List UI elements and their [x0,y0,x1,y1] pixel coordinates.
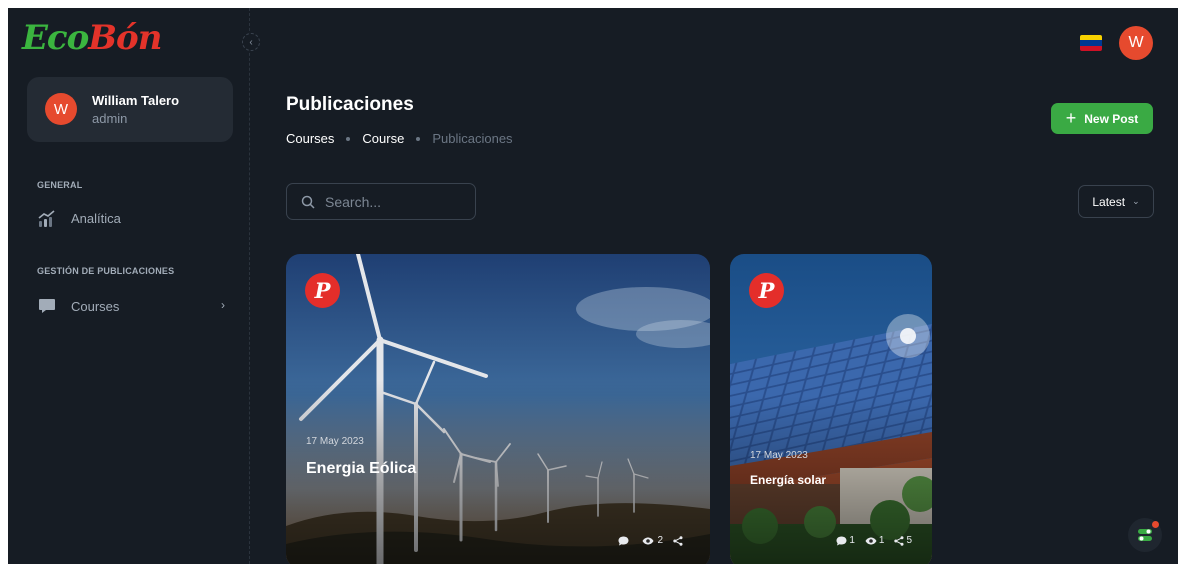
comment-icon [618,536,629,545]
post-date: 17 May 2023 [750,450,808,461]
user-avatar: W [45,93,77,125]
post-card[interactable]: P 17 May 2023 Energía solar 1 1 5 [730,254,932,564]
sidebar: EcoBón W William Talero admin GENERAL An… [8,8,250,564]
views-stat: 1 [865,535,884,546]
chevron-right-icon: › [221,298,225,312]
sidebar-item-label: Courses [71,298,120,314]
sidebar-item-analitica[interactable]: Analítica [27,200,233,236]
breadcrumb-course[interactable]: Course [362,131,404,146]
account-avatar[interactable]: W [1119,26,1153,60]
post-title[interactable]: Energía solar [750,473,826,487]
shares-stat [673,535,686,546]
publisher-badge[interactable]: P [305,273,340,308]
comment-icon [836,536,847,545]
search-icon [301,195,315,209]
sidebar-item-courses[interactable]: Courses › [27,288,233,324]
publisher-badge[interactable]: P [749,273,784,308]
page-title: Publicaciones [286,94,414,115]
ecobon-logo[interactable]: EcoBón [22,18,162,58]
new-post-button[interactable]: + New Post [1051,103,1153,134]
views-stat: 2 [642,535,663,546]
post-stats: 2 [608,535,686,546]
share-icon [673,535,683,546]
search-input[interactable] [325,193,455,210]
collapse-sidebar-button[interactable]: ‹ [242,33,260,51]
chevron-down-icon: ⌄ [1132,196,1140,206]
breadcrumb-separator [416,136,421,141]
shares-stat: 5 [894,535,912,546]
section-title-general: GENERAL [37,180,83,190]
plus-icon: + [1065,108,1077,128]
comments-stat: 1 [836,535,855,546]
notification-dot [1152,521,1159,528]
sort-value: Latest [1092,194,1126,209]
search-field[interactable] [286,183,476,220]
post-date: 17 May 2023 [306,436,364,447]
eye-icon [865,537,877,544]
share-icon [894,535,904,546]
comments-stat [618,536,632,546]
post-stats: 1 1 5 [826,535,912,546]
sidebar-item-label: Analítica [71,210,121,226]
toggle-settings-icon [1138,529,1152,541]
user-name: William Talero [92,93,180,108]
breadcrumb-current: Publicaciones [432,131,513,146]
settings-toggle-button[interactable] [1128,518,1162,552]
app-window: EcoBón W William Talero admin GENERAL An… [8,8,1178,564]
flag-colombia-icon[interactable] [1080,35,1102,51]
breadcrumb-courses[interactable]: Courses [286,131,334,146]
breadcrumb-separator [346,136,351,141]
wind-turbines-image [286,254,710,564]
section-title-publicaciones: GESTIÓN DE PUBLICACIONES [37,266,175,276]
breadcrumb: Courses Course Publicaciones [286,131,513,146]
new-post-label: New Post [1084,111,1139,126]
post-title[interactable]: Energia Eólica [306,460,416,478]
user-card[interactable]: W William Talero admin [27,77,233,142]
sort-select[interactable]: Latest ⌄ [1078,185,1154,218]
eye-icon [642,537,654,544]
user-role: admin [92,111,128,126]
post-card[interactable]: P 17 May 2023 Energia Eólica 2 [286,254,710,564]
analytics-icon [37,208,57,228]
chat-icon [37,296,57,316]
chevron-left-icon: ‹ [249,36,253,48]
